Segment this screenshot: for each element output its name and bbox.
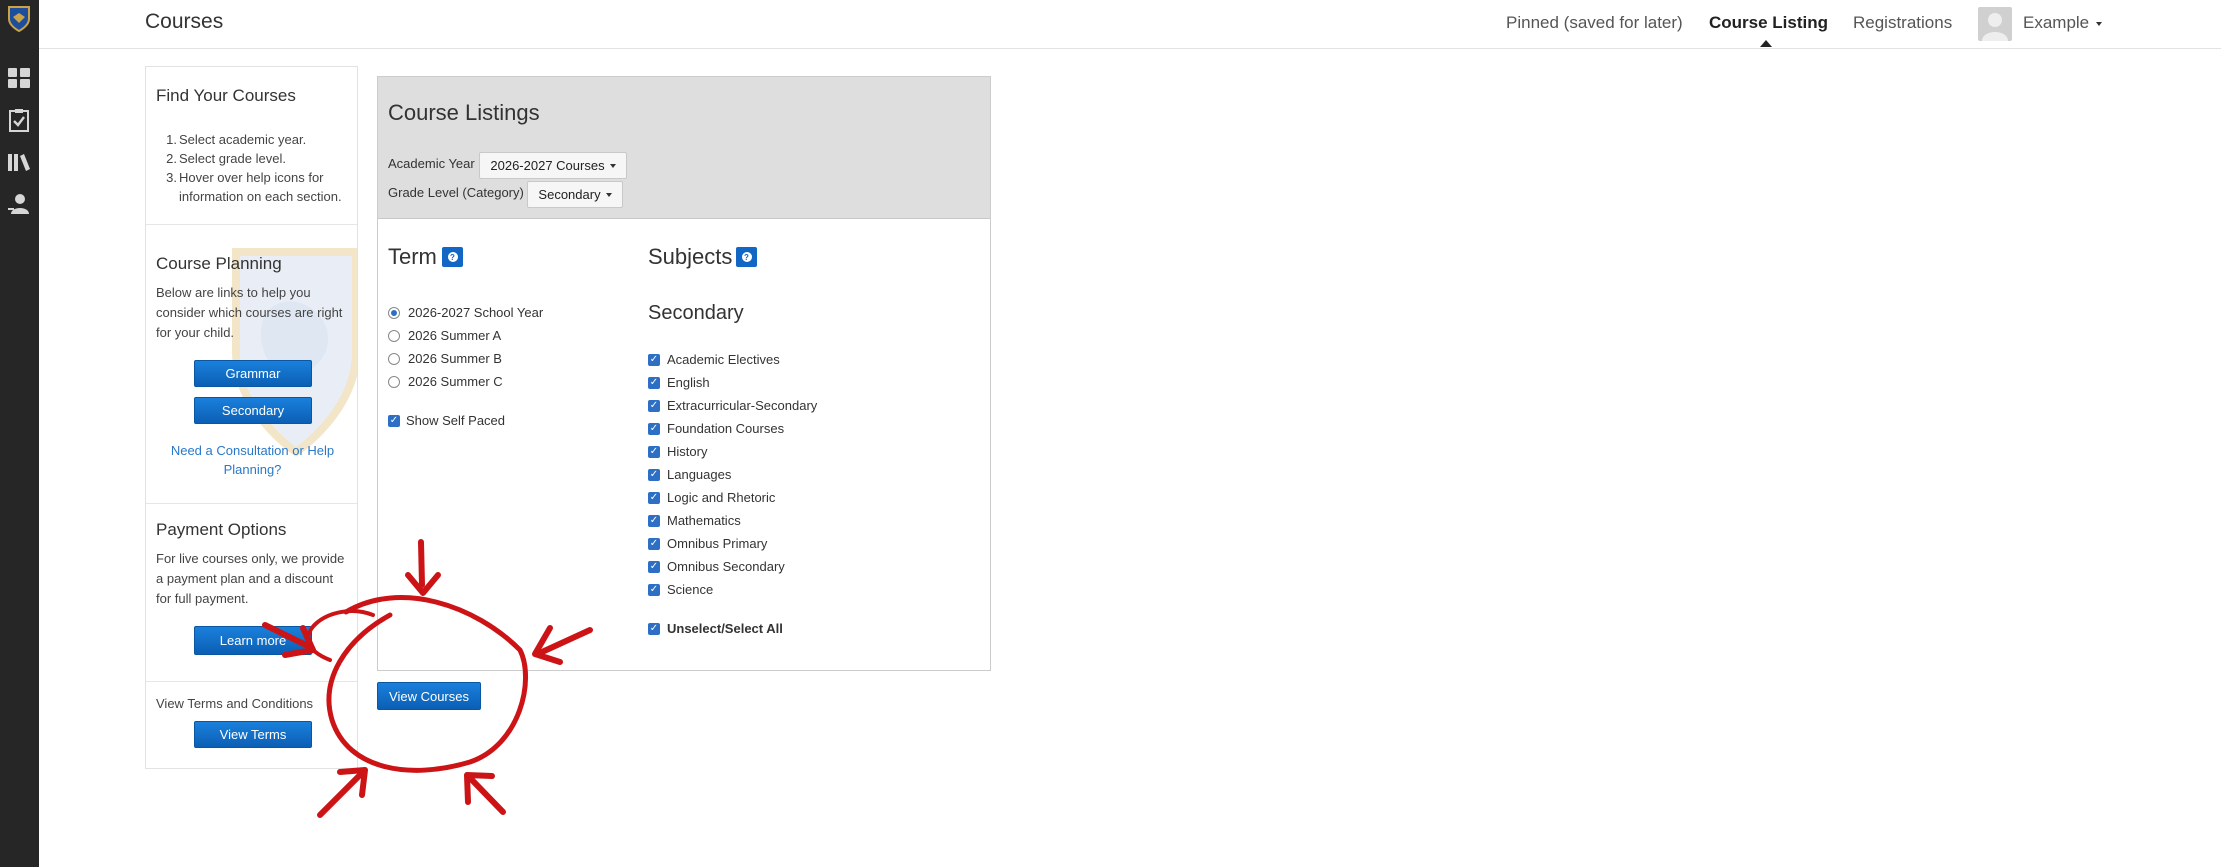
subject-label[interactable]: Academic Electives	[667, 352, 780, 367]
checklist-icon[interactable]	[4, 105, 34, 135]
term-help-icon[interactable]: ?	[442, 247, 463, 267]
subject-checkbox[interactable]: ✓	[648, 561, 660, 573]
secondary-button[interactable]: Secondary	[194, 397, 312, 424]
term-option-label[interactable]: 2026 Summer C	[408, 374, 503, 389]
term-radio-summer-a[interactable]	[388, 330, 400, 342]
nav-registrations[interactable]: Registrations	[1853, 13, 1952, 33]
term-option-label[interactable]: 2026-2027 School Year	[408, 305, 543, 320]
subject-checkbox[interactable]: ✓	[648, 469, 660, 481]
subject-label[interactable]: Foundation Courses	[667, 421, 784, 436]
course-listings-header: Course Listings Academic Year 2026-2027 …	[378, 77, 990, 219]
step-numbers: 1. 2. 3.	[166, 132, 177, 185]
grade-level-label: Grade Level (Category)	[388, 185, 524, 200]
term-title: Term	[388, 244, 437, 269]
user-menu[interactable]: Example	[2023, 13, 2103, 33]
subject-label[interactable]: Mathematics	[667, 513, 741, 528]
term-option-label[interactable]: 2026 Summer B	[408, 351, 502, 366]
subject-checkbox[interactable]: ✓	[648, 446, 660, 458]
subjects-group-title: Secondary	[648, 302, 744, 324]
subject-label[interactable]: Languages	[667, 467, 731, 482]
subject-checkbox[interactable]: ✓	[648, 515, 660, 527]
user-name: Example	[2023, 13, 2090, 32]
subject-label[interactable]: Extracurricular-Secondary	[667, 398, 817, 413]
nav-pinned[interactable]: Pinned (saved for later)	[1506, 13, 1683, 33]
academic-year-label: Academic Year	[388, 156, 475, 171]
subject-label[interactable]: English	[667, 375, 710, 390]
dashboard-grid-icon[interactable]	[4, 63, 34, 93]
chevron-down-icon	[605, 192, 612, 197]
consultation-link-line[interactable]: Need a Consultation or Help	[146, 441, 357, 460]
course-planning-title: Course Planning	[156, 254, 282, 273]
consultation-link[interactable]: Need a Consultation or Help Planning?	[146, 441, 357, 479]
subject-label[interactable]: Logic and Rhetoric	[667, 490, 775, 505]
find-steps: Select academic year. Select grade level…	[179, 130, 342, 206]
subject-label[interactable]: Omnibus Primary	[667, 536, 767, 551]
consultation-link-line[interactable]: Planning?	[146, 460, 357, 479]
step-3-continued: information on each section.	[179, 189, 342, 204]
course-planning-text: Below are links to help you consider whi…	[156, 283, 342, 343]
subject-checkbox[interactable]: ✓	[648, 584, 660, 596]
grade-level-dropdown[interactable]: Secondary	[527, 181, 623, 208]
planning-text-line: for your child.	[156, 325, 235, 340]
term-radio-summer-b[interactable]	[388, 353, 400, 365]
step-1: Select academic year.	[179, 132, 307, 147]
subject-checkbox[interactable]: ✓	[648, 354, 660, 366]
academic-year-value: 2026-2027 Courses	[490, 158, 605, 173]
step-2: Select grade level.	[179, 151, 286, 166]
divider	[146, 503, 357, 504]
subject-label[interactable]: History	[667, 444, 707, 459]
planning-text-line: consider which courses are right	[156, 305, 343, 320]
subject-checkbox[interactable]: ✓	[648, 400, 660, 412]
library-icon[interactable]	[4, 147, 34, 177]
page-title: Courses	[145, 10, 224, 33]
subject-checkbox[interactable]: ✓	[648, 423, 660, 435]
chevron-down-icon	[609, 163, 616, 168]
course-listings-title: Course Listings	[388, 100, 540, 125]
subject-label[interactable]: Science	[667, 582, 713, 597]
select-all-label[interactable]: Unselect/Select All	[667, 621, 783, 636]
logo-shield-icon[interactable]	[4, 4, 34, 34]
term-radio-2026-2027[interactable]	[388, 307, 400, 319]
left-nav-rail	[0, 0, 39, 867]
self-paced-label[interactable]: Show Self Paced	[406, 413, 505, 428]
chevron-down-icon	[2096, 21, 2103, 26]
subject-checkbox[interactable]: ✓	[648, 377, 660, 389]
self-paced-checkbox[interactable]: ✓	[388, 415, 400, 427]
user-icon[interactable]	[4, 189, 34, 219]
academic-year-dropdown[interactable]: 2026-2027 Courses	[479, 152, 627, 179]
annotation-circle-arrows	[262, 539, 593, 818]
subjects-help-icon[interactable]: ?	[736, 247, 757, 267]
avatar[interactable]	[1978, 7, 2012, 41]
term-radio-summer-c[interactable]	[388, 376, 400, 388]
divider	[146, 224, 357, 225]
term-option-label[interactable]: 2026 Summer A	[408, 328, 501, 343]
subject-checkbox[interactable]: ✓	[648, 492, 660, 504]
find-courses-title: Find Your Courses	[156, 86, 296, 105]
step-3: Hover over help icons for	[179, 170, 324, 185]
planning-text-line: Below are links to help you	[156, 285, 311, 300]
grade-level-value: Secondary	[538, 187, 601, 202]
subject-checkbox[interactable]: ✓	[648, 538, 660, 550]
active-nav-indicator	[1760, 40, 1772, 47]
nav-course-listing[interactable]: Course Listing	[1709, 13, 1828, 33]
subjects-title: Subjects	[648, 244, 733, 269]
subject-label[interactable]: Omnibus Secondary	[667, 559, 785, 574]
select-all-checkbox[interactable]: ✓	[648, 623, 660, 635]
grammar-button[interactable]: Grammar	[194, 360, 312, 387]
